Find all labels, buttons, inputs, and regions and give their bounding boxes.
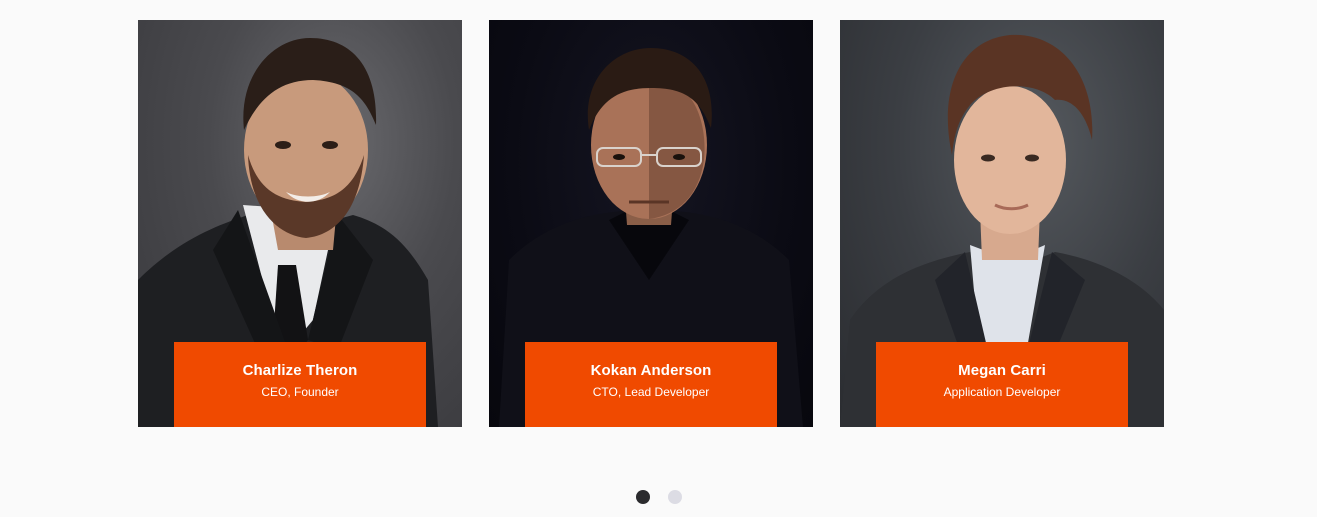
member-role: CEO, Founder — [261, 385, 339, 399]
team-carousel: Charlize Theron CEO, Founder Kokan Ander… — [0, 0, 1317, 517]
member-name: Charlize Theron — [242, 362, 358, 379]
team-member-card[interactable]: Kokan Anderson CTO, Lead Developer — [489, 20, 813, 427]
member-role: CTO, Lead Developer — [592, 385, 710, 399]
member-name: Kokan Anderson — [590, 362, 712, 379]
member-name: Megan Carri — [958, 362, 1046, 379]
pagination-dot-1[interactable] — [635, 490, 650, 504]
carousel-pagination — [0, 490, 1317, 506]
member-caption: Charlize Theron CEO, Founder — [174, 342, 426, 427]
pagination-dot-2[interactable] — [667, 490, 682, 504]
member-caption: Megan Carri Application Developer — [876, 342, 1128, 427]
member-caption: Kokan Anderson CTO, Lead Developer — [525, 342, 777, 427]
team-member-card[interactable]: Megan Carri Application Developer — [840, 20, 1164, 427]
member-role: Application Developer — [943, 385, 1061, 399]
team-member-card[interactable]: Charlize Theron CEO, Founder — [138, 20, 462, 427]
